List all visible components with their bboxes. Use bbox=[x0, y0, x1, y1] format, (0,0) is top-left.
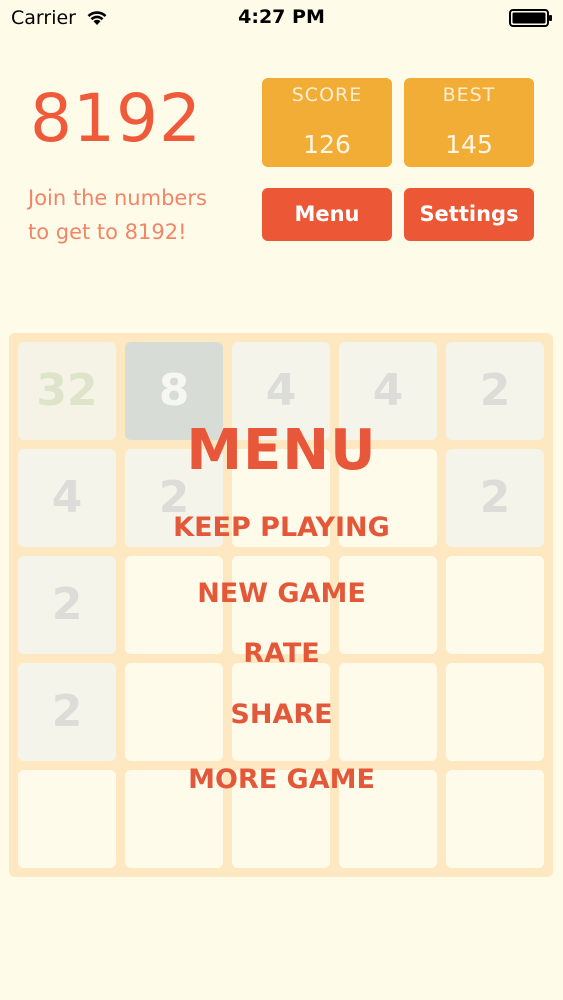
best-label: BEST bbox=[442, 84, 496, 106]
best-score-box: BEST 145 bbox=[404, 78, 534, 167]
new-game-button[interactable]: NEW GAME bbox=[0, 578, 563, 609]
tile: 4 bbox=[339, 342, 437, 440]
settings-button[interactable]: Settings bbox=[404, 188, 534, 241]
score-value: 126 bbox=[303, 130, 351, 159]
menu-button[interactable]: Menu bbox=[262, 188, 392, 241]
best-value: 145 bbox=[445, 130, 493, 159]
game-logo: 8192 bbox=[30, 80, 202, 157]
score-box: SCORE 126 bbox=[262, 78, 392, 167]
tagline: Join the numbers to get to 8192! bbox=[28, 181, 258, 249]
more-game-button[interactable]: MORE GAME bbox=[0, 764, 563, 795]
share-button[interactable]: SHARE bbox=[0, 699, 563, 730]
tagline-line-1: Join the numbers bbox=[28, 186, 207, 210]
keep-playing-button[interactable]: KEEP PLAYING bbox=[0, 512, 563, 543]
tagline-line-2: to get to 8192! bbox=[28, 220, 187, 244]
battery-icon bbox=[509, 9, 552, 27]
score-label: SCORE bbox=[291, 84, 363, 106]
tile: 4 bbox=[232, 342, 330, 440]
tile: 8 bbox=[125, 342, 223, 440]
rate-button[interactable]: RATE bbox=[0, 638, 563, 669]
status-bar: Carrier 4:27 PM bbox=[0, 0, 563, 36]
status-time: 4:27 PM bbox=[238, 6, 325, 28]
tile: 2 bbox=[446, 342, 544, 440]
tile: 32 bbox=[18, 342, 116, 440]
